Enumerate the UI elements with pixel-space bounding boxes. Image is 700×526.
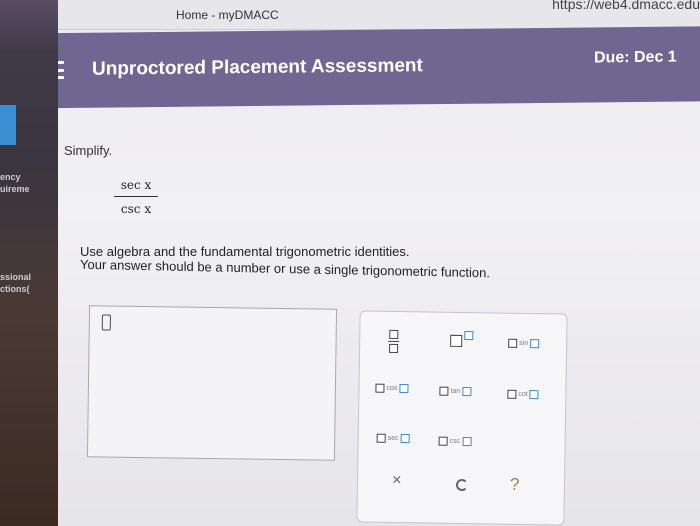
hint-text: Use algebra and the fundamental trigonom… [80, 243, 490, 280]
assessment-header: Unproctored Placement Assessment Due: De… [0, 26, 700, 109]
fraction-button[interactable] [388, 329, 400, 353]
question-area: Simplify. sec x csc x Use algebra and th… [58, 105, 700, 526]
base-square-icon [450, 334, 463, 347]
numerator: sec x [120, 178, 152, 192]
square-icon [438, 436, 448, 446]
address-bar-url[interactable]: https://web4.dmacc.edu [552, 0, 700, 12]
sidebar-text: ency [0, 172, 21, 182]
func-label: cot [518, 390, 528, 399]
input-square-icon [529, 390, 539, 400]
func-label: sin [519, 339, 529, 348]
func-label: csc [449, 437, 461, 445]
clear-button[interactable]: × [392, 472, 402, 490]
cos-button[interactable]: cos [375, 383, 409, 394]
input-square-icon [462, 386, 472, 397]
due-date: Due: Dec 1 [594, 48, 677, 67]
sidebar-text: uireme [0, 184, 30, 194]
sidebar-text: ctions( [0, 284, 30, 294]
square-icon [508, 338, 518, 348]
text-cursor-icon [101, 314, 111, 331]
input-square-icon [462, 437, 472, 447]
browser-tab-title[interactable]: Home - myDMACC [176, 8, 279, 22]
undo-icon [455, 478, 469, 492]
input-square-icon [530, 339, 540, 349]
denominator: csc x [120, 202, 152, 216]
func-label: tan [450, 387, 461, 395]
input-square-icon [400, 434, 410, 444]
browser-bar: Home - myDMACC https://web4.dmacc.edu [58, 0, 700, 30]
math-palette: sin cos tan cot sec csc × ? [356, 310, 568, 526]
sidebar-text: ssional [0, 272, 32, 282]
tan-button[interactable]: tan [439, 386, 472, 397]
sec-button[interactable]: sec [376, 433, 410, 444]
square-icon [389, 343, 399, 353]
question-instruction: Simplify. [64, 143, 113, 158]
csc-button[interactable]: csc [438, 436, 472, 447]
expression-fraction: sec x csc x [112, 178, 160, 216]
square-icon [376, 433, 386, 443]
answer-input[interactable] [86, 305, 338, 461]
square-icon [389, 329, 399, 339]
left-sidebar-edge: ency uireme ssional ctions( [0, 0, 58, 526]
func-label: sec [387, 434, 399, 443]
square-icon [375, 383, 385, 393]
cot-button[interactable]: cot [507, 389, 539, 400]
func-label: cos [386, 384, 398, 392]
page-title: Unproctored Placement Assessment [92, 55, 423, 80]
sidebar-accent [0, 105, 16, 145]
square-icon [439, 386, 449, 396]
exponent-button[interactable] [450, 330, 474, 347]
fraction-line-icon [388, 340, 400, 343]
screen: Home - myDMACC https://web4.dmacc.edu Un… [0, 0, 700, 526]
input-square-icon [399, 384, 409, 394]
square-icon [507, 389, 517, 399]
help-button[interactable]: ? [510, 475, 520, 495]
superscript-square-icon [464, 330, 474, 340]
sin-button[interactable]: sin [508, 338, 540, 349]
undo-button[interactable] [455, 478, 470, 493]
